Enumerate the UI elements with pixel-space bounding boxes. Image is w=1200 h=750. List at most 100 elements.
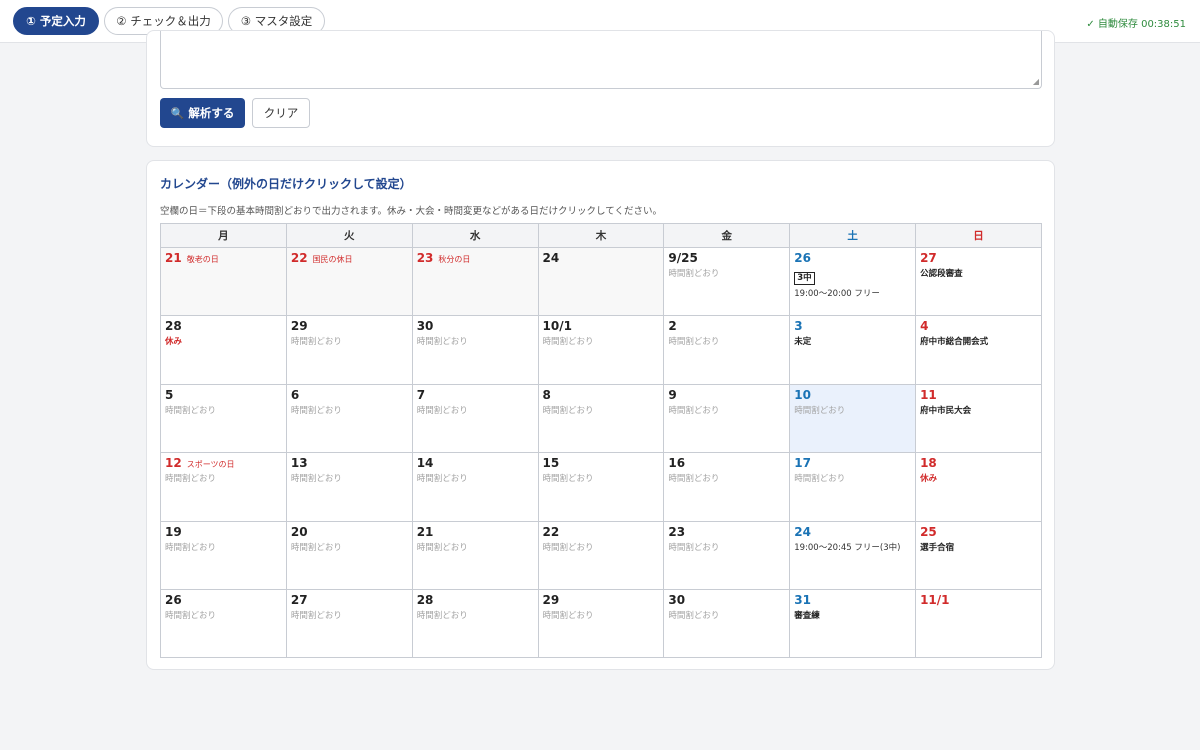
input-card: ◢ 🔍 解析する クリア — [146, 30, 1055, 147]
day-header: 2 — [668, 319, 785, 333]
day-schedule-text: 時間割どおり — [290, 474, 342, 485]
calendar-day-cell[interactable]: 18 休み — [915, 452, 1042, 522]
calendar-day-cell[interactable]: 29 時間割どおり — [537, 588, 665, 659]
day-number: 18 — [920, 456, 937, 471]
calendar-day-cell[interactable]: 3 未定 — [789, 315, 917, 385]
calendar-day-cell[interactable]: 29 時間割どおり — [285, 315, 413, 385]
day-schedule-text: 時間割どおり — [542, 610, 594, 621]
day-header: 5 — [165, 388, 282, 402]
day-number: 22 — [290, 251, 308, 265]
calendar-day-cell[interactable]: 14 時間割どおり — [411, 452, 539, 522]
calendar-day-cell[interactable]: 11/1 — [915, 588, 1042, 659]
calendar-day-cell[interactable]: 12 スポーツの日 時間割どおり — [160, 452, 287, 522]
calendar-day-cell[interactable]: 24 — [537, 246, 665, 317]
day-schedule-text: 審査練 — [794, 610, 820, 621]
calendar-day-cell[interactable]: 9/25 時間割どおり — [663, 246, 791, 317]
calendar-day-cell[interactable]: 30 時間割どおり — [663, 588, 791, 659]
analyze-button[interactable]: 🔍 解析する — [160, 98, 245, 128]
calendar-day-cell[interactable]: 20 時間割どおり — [285, 520, 413, 590]
day-number: 14 — [416, 456, 434, 471]
day-header: 27 — [291, 593, 408, 607]
day-number: 31 — [794, 592, 811, 607]
day-header: 10/1 — [543, 319, 660, 333]
calendar-day-cell[interactable]: 26 時間割どおり — [160, 588, 287, 659]
holiday-name: スポーツの日 — [186, 460, 235, 470]
day-schedule-text: 時間割どおり — [542, 337, 594, 348]
clear-button[interactable]: クリア — [252, 98, 310, 128]
day-schedule-text: 休み — [920, 474, 938, 485]
calendar-day-cell[interactable]: 22 時間割どおり — [537, 520, 665, 590]
calendar-grid: 月 火 水 木 金 土 日 21 敬老の日 22 国民の休日 23 秋分の日 24 9/25 時… — [160, 223, 1042, 659]
calendar-day-cell[interactable]: 31 審査練 — [789, 588, 917, 659]
day-header: 7 — [417, 388, 534, 402]
calendar-day-cell[interactable]: 2 時間割どおり — [663, 315, 791, 385]
calendar-week-row: 28 休み 29 時間割どおり 30 時間割どおり 10/1 時間割どおり 2 時間割どおり 3 未定… — [160, 315, 1042, 385]
day-number: 21 — [416, 524, 434, 539]
calendar-day-cell[interactable]: 28 時間割どおり — [411, 588, 539, 659]
calendar-day-cell[interactable]: 17 時間割どおり — [789, 452, 917, 522]
day-schedule-text: 府中市総合開会式 — [920, 337, 989, 348]
calendar-day-cell[interactable]: 26 3中 19:00〜20:00 フリー — [789, 246, 917, 317]
calendar-day-cell[interactable]: 23 秋分の日 — [411, 246, 539, 317]
day-number: 8 — [542, 387, 551, 402]
day-header: 10 — [794, 388, 911, 402]
day-header: 23 秋分の日 — [417, 251, 534, 265]
day-header: 14 — [417, 456, 534, 470]
day-number: 21 — [165, 251, 182, 265]
calendar-day-cell[interactable]: 10 時間割どおり — [789, 383, 917, 454]
calendar-week-row: 19 時間割どおり 20 時間割どおり 21 時間割どおり 22 時間割どおり 23 時間割どおり… — [160, 520, 1042, 590]
calendar-day-cell[interactable]: 21 時間割どおり — [411, 520, 539, 590]
calendar-day-cell[interactable]: 28 休み — [160, 315, 287, 385]
calendar-day-cell[interactable]: 11 府中市民大会 — [915, 383, 1042, 454]
schedule-textarea[interactable]: ◢ — [160, 31, 1042, 89]
calendar-day-cell[interactable]: 4 府中市総合開会式 — [915, 315, 1042, 385]
calendar-day-cell[interactable]: 27 公認段審査 — [915, 246, 1042, 317]
calendar-day-cell[interactable]: 13 時間割どおり — [285, 452, 413, 522]
day-schedule-text: 時間割どおり — [668, 405, 720, 416]
day-header: 4 — [920, 319, 1037, 333]
weekday-fri: 金 — [663, 223, 791, 248]
calendar-day-cell[interactable]: 15 時間割どおり — [537, 452, 665, 522]
calendar-week-row: 21 敬老の日 22 国民の休日 23 秋分の日 24 9/25 時間割どおり 26 3中 19:00… — [160, 246, 1042, 317]
day-number: 17 — [794, 456, 811, 471]
day-number: 7 — [416, 387, 426, 402]
day-number: 3 — [794, 319, 803, 334]
calendar-day-cell[interactable]: 23 時間割どおり — [663, 520, 791, 590]
day-header: 24 — [794, 525, 911, 539]
calendar-day-cell[interactable]: 10/1 時間割どおり — [537, 315, 665, 385]
calendar-day-cell[interactable]: 24 19:00〜20:45 フリー(3中) — [789, 520, 917, 590]
day-header: 11 — [920, 388, 1037, 402]
calendar-day-cell[interactable]: 19 時間割どおり — [160, 520, 287, 590]
calendar-card: カレンダー（例外の日だけクリックして設定） 空欄の日＝下段の基本時間割どおりで出… — [146, 160, 1055, 670]
day-number: 9 — [668, 387, 677, 402]
day-header: 15 — [543, 456, 660, 470]
day-number: 10/1 — [542, 319, 572, 334]
calendar-day-cell[interactable]: 27 時間割どおり — [285, 588, 413, 659]
calendar-day-cell[interactable]: 9 時間割どおり — [663, 383, 791, 454]
calendar-day-cell[interactable]: 6 時間割どおり — [285, 383, 413, 454]
calendar-day-cell[interactable]: 7 時間割どおり — [411, 383, 539, 454]
day-header: 19 — [165, 525, 282, 539]
day-number: 4 — [920, 319, 929, 334]
day-header: 29 — [291, 319, 408, 333]
day-header: 25 — [920, 525, 1037, 539]
tab-schedule-input[interactable]: ① 予定入力 — [13, 7, 99, 35]
day-schedule-text: 時間割どおり — [165, 542, 217, 553]
calendar-day-cell[interactable]: 8 時間割どおり — [537, 383, 665, 454]
day-header: 6 — [291, 388, 408, 402]
day-schedule-text: 時間割どおり — [668, 474, 720, 485]
weekday-wed: 水 — [411, 223, 539, 248]
day-schedule-text: 時間割どおり — [416, 610, 468, 621]
calendar-day-cell[interactable]: 30 時間割どおり — [411, 315, 539, 385]
day-header: 18 — [920, 456, 1037, 470]
weekday-mon: 月 — [160, 223, 287, 248]
day-schedule-text: 時間割どおり — [668, 610, 720, 621]
calendar-day-cell[interactable]: 5 時間割どおり — [160, 383, 287, 454]
day-header: 21 敬老の日 — [165, 251, 282, 265]
weekday-thu: 木 — [537, 223, 665, 248]
calendar-day-cell[interactable]: 21 敬老の日 — [160, 246, 287, 317]
calendar-day-cell[interactable]: 22 国民の休日 — [285, 246, 413, 317]
calendar-day-cell[interactable]: 16 時間割どおり — [663, 452, 791, 522]
resize-handle-icon[interactable]: ◢ — [1033, 78, 1039, 86]
calendar-day-cell[interactable]: 25 選手合宿 — [915, 520, 1042, 590]
